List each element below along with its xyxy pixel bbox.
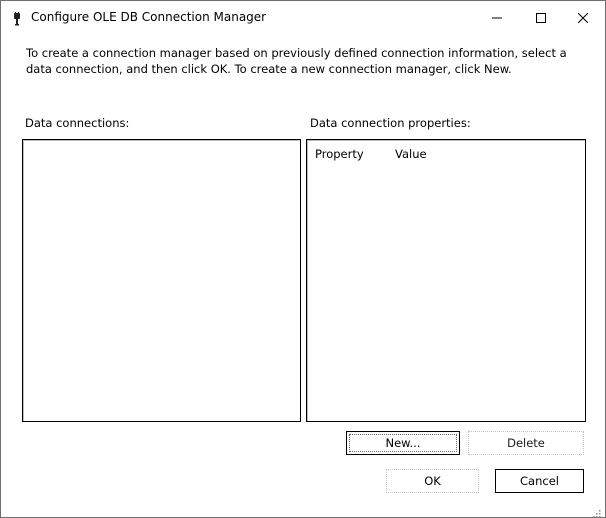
close-button[interactable] <box>561 1 605 33</box>
close-icon <box>577 8 589 27</box>
data-connections-label: Data connections: <box>25 116 130 130</box>
ok-button[interactable]: OK <box>386 469 479 493</box>
maximize-icon <box>536 8 546 27</box>
data-connection-properties-grid[interactable]: Property Value <box>306 139 586 422</box>
data-connections-list[interactable] <box>22 139 301 422</box>
delete-button[interactable]: Delete <box>468 431 584 455</box>
instructions-text: To create a connection manager based on … <box>26 46 567 76</box>
dialog-window: Configure OLE DB Connection Manager To c… <box>0 0 606 518</box>
maximize-button[interactable] <box>519 1 563 33</box>
resize-grip-icon[interactable] <box>591 503 601 518</box>
minimize-button[interactable] <box>475 1 519 33</box>
connection-plug-icon <box>12 11 22 26</box>
title-bar[interactable]: Configure OLE DB Connection Manager <box>1 1 605 35</box>
data-connection-properties-label: Data connection properties: <box>310 116 471 130</box>
cancel-button[interactable]: Cancel <box>495 469 584 493</box>
window-title: Configure OLE DB Connection Manager <box>31 10 267 24</box>
minimize-icon <box>492 8 502 27</box>
property-column-header: Property <box>315 147 364 161</box>
value-column-header: Value <box>395 147 427 161</box>
new-button[interactable]: New... <box>346 431 460 455</box>
